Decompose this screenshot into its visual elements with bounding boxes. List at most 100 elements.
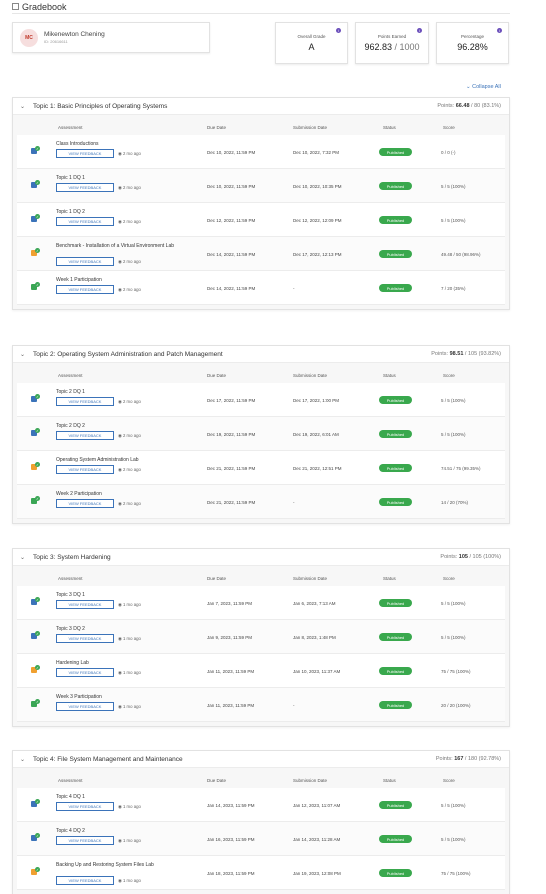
assessment-name[interactable]: Topic 2 DQ 1 (56, 389, 196, 396)
student-name: Mikenewton Chening (44, 31, 105, 38)
assessment-name[interactable]: Backing Up and Restoring System Files La… (56, 862, 196, 869)
topic-header[interactable]: ⌄ Topic 2: Operating System Administratio… (13, 346, 509, 363)
feedback-ago: 2 mo ago (122, 467, 141, 472)
assessment-name[interactable]: Week 3 Participation (56, 694, 196, 701)
view-feedback-button[interactable]: VIEW FEEDBACK (56, 217, 114, 226)
assessment-name[interactable]: Hardening Lab (56, 660, 196, 667)
topic-points: Points: 105 / 105 (100%) (440, 554, 501, 560)
due-date: Jan 9, 2023, 11:59 PM (207, 635, 252, 640)
feedback-time: ◉ 1 mo ago (118, 636, 141, 642)
feedback-ago: 1 mo ago (122, 602, 141, 607)
topic-table: Assessment Due Date Submission Date Status S… (13, 363, 509, 523)
info-icon[interactable]: i (336, 28, 341, 33)
table-header: Assessment Due Date Submission Date Status S… (17, 369, 505, 383)
chevron-down-icon[interactable]: ⌄ (20, 351, 29, 358)
overall-grade-card: i Overall Grade A (275, 22, 348, 64)
chevron-down-icon[interactable]: ⌄ (20, 756, 29, 763)
status-badge: Published (379, 835, 412, 843)
col-status: Status (383, 125, 396, 130)
topic-title: Topic 4: File System Management and Main… (33, 755, 183, 763)
col-status: Status (383, 778, 396, 783)
view-feedback-button[interactable]: VIEW FEEDBACK (56, 702, 114, 711)
table-header: Assessment Due Date Submission Date Status S… (17, 121, 505, 135)
feedback-ago: 2 mo ago (122, 185, 141, 190)
stat-label: Percentage (460, 34, 485, 39)
stat-sub: / 1000 (392, 42, 420, 52)
submission-date: Jan 14, 2023, 11:28 AM (293, 837, 341, 842)
assessment-name[interactable]: Operating System Administration Lab (56, 457, 196, 464)
topic-section: ⌄ Topic 1: Basic Principles of Operating … (12, 97, 510, 310)
col-due-date: Due Date (207, 373, 227, 378)
feedback-ago: 2 mo ago (122, 219, 141, 224)
assessment-name[interactable]: Topic 1 DQ 2 (56, 209, 196, 216)
assessment-name[interactable]: Class Introductions (56, 141, 196, 148)
assessment-name[interactable]: Benchmark - Installation of a Virtual En… (56, 243, 196, 250)
info-icon[interactable]: i (497, 28, 502, 33)
info-icon[interactable]: i (417, 28, 422, 33)
topic-header[interactable]: ⌄ Topic 3: System Hardening Points: 105 / … (13, 549, 509, 566)
feedback-ago: 1 mo ago (122, 804, 141, 809)
points-total: / 105 (100%) (467, 554, 501, 560)
feedback-time: ◉ 2 mo ago (118, 501, 141, 507)
check-icon: ✓ (35, 462, 40, 467)
check-icon: ✓ (35, 282, 40, 287)
view-feedback-button[interactable]: VIEW FEEDBACK (56, 431, 114, 440)
col-assessment: Assessment (58, 778, 83, 783)
assessment-name[interactable]: Topic 3 DQ 2 (56, 626, 196, 633)
view-feedback-button[interactable]: VIEW FEEDBACK (56, 668, 114, 677)
col-due-date: Due Date (207, 778, 227, 783)
score-value: 75 / 75 (100%) (441, 669, 471, 674)
view-feedback-button[interactable]: VIEW FEEDBACK (56, 285, 114, 294)
view-feedback-button[interactable]: VIEW FEEDBACK (56, 600, 114, 609)
view-feedback-button[interactable]: VIEW FEEDBACK (56, 257, 114, 266)
submission-date: - (293, 500, 295, 505)
assessment-name[interactable]: Topic 1 DQ 1 (56, 175, 196, 182)
due-date: Dec 10, 2022, 11:59 PM (207, 184, 256, 189)
col-score: Score (443, 778, 455, 783)
feedback-ago: 2 mo ago (122, 501, 141, 506)
topic-title: Topic 1: Basic Principles of Operating S… (33, 102, 168, 110)
score-value: 7 / 20 (35%) (441, 286, 466, 291)
view-feedback-button[interactable]: VIEW FEEDBACK (56, 634, 114, 643)
topic-header[interactable]: ⌄ Topic 1: Basic Principles of Operating … (13, 98, 509, 115)
submission-date: - (293, 703, 295, 708)
points-total: / 80 (83.1%) (469, 103, 501, 109)
chevron-down-icon[interactable]: ⌄ (20, 103, 29, 110)
discussion-icon: ✓ (31, 428, 40, 437)
status-badge: Published (379, 667, 412, 675)
percentage-card: i Percentage 96.28% (436, 22, 509, 64)
view-feedback-button[interactable]: VIEW FEEDBACK (56, 149, 114, 158)
lab-icon: ✓ (31, 248, 40, 257)
collapse-all-link[interactable]: ⌄ Collapse All (466, 84, 501, 90)
check-icon: ✓ (35, 699, 40, 704)
view-feedback-button[interactable]: VIEW FEEDBACK (56, 836, 114, 845)
lab-icon: ✓ (31, 462, 40, 471)
view-feedback-button[interactable]: VIEW FEEDBACK (56, 876, 114, 885)
view-feedback-button[interactable]: VIEW FEEDBACK (56, 802, 114, 811)
points-label: Points: (435, 756, 453, 762)
assessment-name[interactable]: Topic 3 DQ 1 (56, 592, 196, 599)
status-badge: Published (379, 801, 412, 809)
score-value: 75 / 75 (100%) (441, 871, 471, 876)
assessment-name[interactable]: Week 2 Participation (56, 491, 196, 498)
feedback-time: ◉ 1 mo ago (118, 704, 141, 710)
table-row: ✓ Backing Up and Restoring System Files L… (17, 856, 505, 890)
feedback-time: ◉ 2 mo ago (118, 185, 141, 191)
assessment-name[interactable]: Topic 4 DQ 2 (56, 828, 196, 835)
assessment-name[interactable]: Topic 2 DQ 2 (56, 423, 196, 430)
assessment-name[interactable]: Topic 4 DQ 1 (56, 794, 196, 801)
assessment-name[interactable]: Week 1 Participation (56, 277, 196, 284)
view-feedback-button[interactable]: VIEW FEEDBACK (56, 183, 114, 192)
view-feedback-button[interactable]: VIEW FEEDBACK (56, 465, 114, 474)
score-value: 14 / 20 (70%) (441, 500, 469, 505)
check-icon: ✓ (35, 214, 40, 219)
points-label: Points: (431, 351, 449, 357)
topic-header[interactable]: ⌄ Topic 4: File System Management and Mai… (13, 751, 509, 768)
due-date: Jan 14, 2023, 11:59 PM (207, 803, 255, 808)
col-score: Score (443, 373, 455, 378)
feedback-ago: 1 mo ago (122, 670, 141, 675)
view-feedback-button[interactable]: VIEW FEEDBACK (56, 499, 114, 508)
due-date: Dec 14, 2022, 11:59 PM (207, 252, 256, 257)
view-feedback-button[interactable]: VIEW FEEDBACK (56, 397, 114, 406)
chevron-down-icon[interactable]: ⌄ (20, 554, 29, 561)
